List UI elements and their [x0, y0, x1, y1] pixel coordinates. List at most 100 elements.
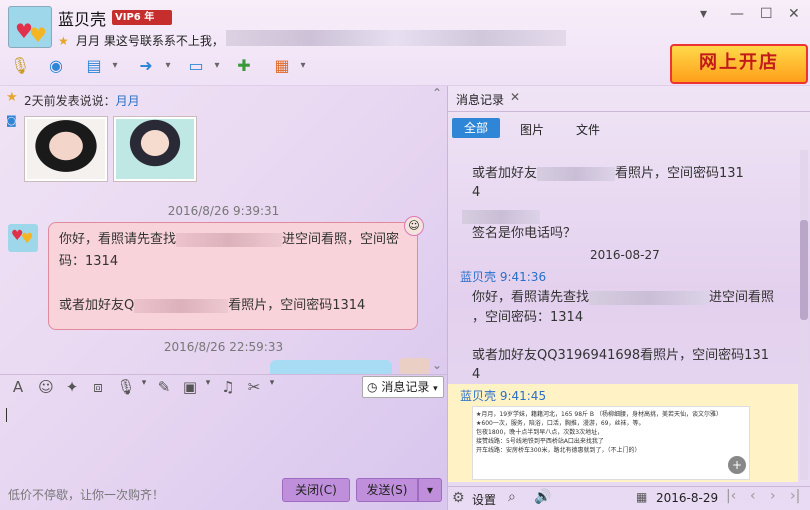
maximize-icon[interactable]: ☐	[760, 6, 773, 22]
message-text: 或者加好友Q	[59, 298, 135, 313]
emoji-icon[interactable]: ☺	[36, 378, 56, 396]
text-cursor	[6, 408, 7, 422]
chevron-down-icon[interactable]: ▾	[293, 56, 313, 76]
close-button[interactable]: 关闭(C)	[282, 478, 350, 502]
message-text: 看照片，空间密码1314	[228, 298, 366, 313]
remote-desktop-icon[interactable]: ▭	[186, 56, 206, 76]
close-icon[interactable]: ✕	[788, 6, 800, 22]
outgoing-bubble	[270, 360, 392, 374]
zoom-in-icon[interactable]: +	[728, 456, 746, 474]
collapse-icon[interactable]: ⌃	[432, 86, 442, 100]
chevron-down-icon[interactable]: ▾	[198, 378, 218, 388]
music-icon[interactable]: ♫	[218, 378, 238, 396]
sender-label: 蓝贝壳 9:41:45	[460, 389, 547, 403]
scissors-icon[interactable]: ✂	[244, 378, 264, 396]
message-text: 或者加好友QQ3196941698看照片，空间密码131	[472, 348, 769, 363]
history-message: 或者加好友 看照片，空间密码131	[472, 164, 744, 183]
image-message[interactable]: ★月月，19岁学妹，籍籍河北，165 98斤 B （杨柳细腰，身材高挑，美若天仙…	[472, 406, 750, 480]
first-page-icon[interactable]: |‹	[726, 488, 736, 504]
clock-icon: ◷	[367, 380, 378, 394]
shop-banner[interactable]: 网上开店	[670, 44, 808, 84]
photo-thumbnail[interactable]	[113, 116, 197, 182]
chevron-down-icon[interactable]: ▾	[134, 378, 154, 388]
sender-avatar[interactable]: ♥ ♥	[8, 224, 38, 252]
chevron-down-icon[interactable]: ▾	[158, 56, 178, 76]
speaker-icon[interactable]: 🔊	[534, 489, 551, 505]
message-text: 进空间看照	[709, 290, 775, 305]
blurred-sender	[462, 210, 540, 224]
image-icon[interactable]: ▣	[180, 378, 200, 396]
history-message: 你好，看照请先查找 进空间看照	[472, 288, 774, 307]
blurred-text	[589, 290, 710, 305]
message-text: 看照片，空间密码131	[615, 166, 744, 181]
send-button[interactable]: 发送(S)	[356, 478, 418, 502]
settings-link[interactable]: 设置	[472, 491, 496, 508]
message-text: 或者加好友	[472, 166, 538, 181]
prev-page-icon[interactable]: ‹	[750, 488, 756, 504]
note-line: ★600一次，服务，陪浴，口活，胸推，漫游，69，丝袜，等。	[476, 420, 645, 427]
photo-thumbnail[interactable]	[24, 116, 108, 182]
chevron-down-icon: ▾	[433, 384, 438, 394]
camera-icon: ◙	[6, 114, 17, 127]
blurred-signature	[226, 30, 566, 46]
gear-icon[interactable]: ⚙	[452, 490, 465, 506]
chevron-down-icon: ▾	[426, 483, 434, 497]
filter-all[interactable]: 全部	[452, 118, 500, 138]
expand-icon[interactable]: ⌄	[432, 358, 442, 372]
screen-share-icon[interactable]: ▤	[84, 56, 104, 76]
feed-notice: 2天前发表说说：月月	[24, 92, 140, 109]
chevron-down-icon[interactable]: ▾	[262, 378, 282, 388]
chevron-down-icon[interactable]: ▾	[207, 56, 227, 76]
last-page-icon[interactable]: ›|	[790, 488, 800, 504]
message-text: 进空间看照，空间密	[282, 232, 400, 247]
note-line: ★月月，19岁学妹，籍籍河北，165 98斤 B （杨柳细腰，身材高挑，美若天仙…	[476, 411, 722, 418]
filter-files[interactable]: 文件	[576, 121, 600, 138]
apps-grid-icon[interactable]: ▦	[272, 56, 292, 76]
message-history-button[interactable]: ◷ 消息记录 ▾	[362, 376, 444, 398]
contact-signature: 月月 果这号联系系不上我，	[76, 34, 224, 48]
ad-hint[interactable]: 低价不停歇，让你一次购齐！	[8, 486, 164, 503]
contact-avatar[interactable]: ♥ ♥	[8, 6, 52, 48]
shake-window-icon[interactable]: ⧈	[88, 378, 108, 396]
message-text: ，空间密码：1314	[472, 310, 584, 325]
vip-badge: VIP6 年	[112, 10, 172, 25]
blurred-text	[176, 232, 283, 247]
bubble-decoration-icon: ☺	[404, 216, 424, 236]
feed-prefix: 2天前发表说说：	[24, 94, 116, 108]
sender-label: 蓝贝壳 9:41:36	[460, 270, 547, 284]
close-tab-icon[interactable]: ✕	[510, 90, 520, 104]
message-input[interactable]	[0, 400, 447, 476]
message-text: 你好，看照请先查找	[472, 290, 590, 305]
feed-link[interactable]: 月月	[116, 94, 140, 108]
edit-icon[interactable]: ✎	[154, 378, 174, 396]
message-timestamp: 2016/8/26 9:39:31	[167, 204, 280, 218]
own-avatar[interactable]	[400, 358, 430, 374]
footer-date: 2016-8-29	[656, 491, 719, 505]
search-icon[interactable]: ⌕	[508, 489, 516, 505]
skin-dropdown-icon[interactable]: ▾	[700, 6, 707, 22]
webcam-icon[interactable]: ◉	[46, 56, 66, 76]
font-icon[interactable]: A	[8, 378, 28, 396]
next-page-icon[interactable]: ›	[770, 488, 776, 504]
heart-icon: ♥	[29, 23, 47, 47]
send-options-button[interactable]: ▾	[418, 478, 442, 502]
blurred-text	[134, 298, 229, 313]
heart-icon: ♥	[21, 231, 34, 247]
voice-message-icon[interactable]: 🎙	[116, 378, 136, 396]
new-discussion-icon[interactable]: ✚	[234, 56, 254, 76]
send-file-icon[interactable]: ➜	[136, 56, 156, 76]
filter-pictures[interactable]: 图片	[520, 121, 544, 138]
blurred-text	[537, 166, 616, 181]
tab-message-history[interactable]: 消息记录	[456, 91, 504, 108]
scrollbar-thumb[interactable]	[800, 220, 808, 320]
microphone-icon[interactable]: 🎙	[10, 56, 30, 76]
magic-icon[interactable]: ✦	[62, 378, 82, 396]
contact-name: 蓝贝壳	[58, 10, 107, 29]
note-line: 接赞线路：5号线地铁到平西桥站A口出来找我了	[476, 438, 604, 445]
chevron-down-icon[interactable]: ▾	[105, 56, 125, 76]
date-separator: 2016-08-27	[590, 248, 660, 262]
star-icon: ★	[6, 90, 18, 105]
calendar-icon[interactable]: ▦	[636, 490, 647, 504]
star-icon: ★	[58, 34, 69, 48]
minimize-icon[interactable]: —	[730, 6, 744, 22]
